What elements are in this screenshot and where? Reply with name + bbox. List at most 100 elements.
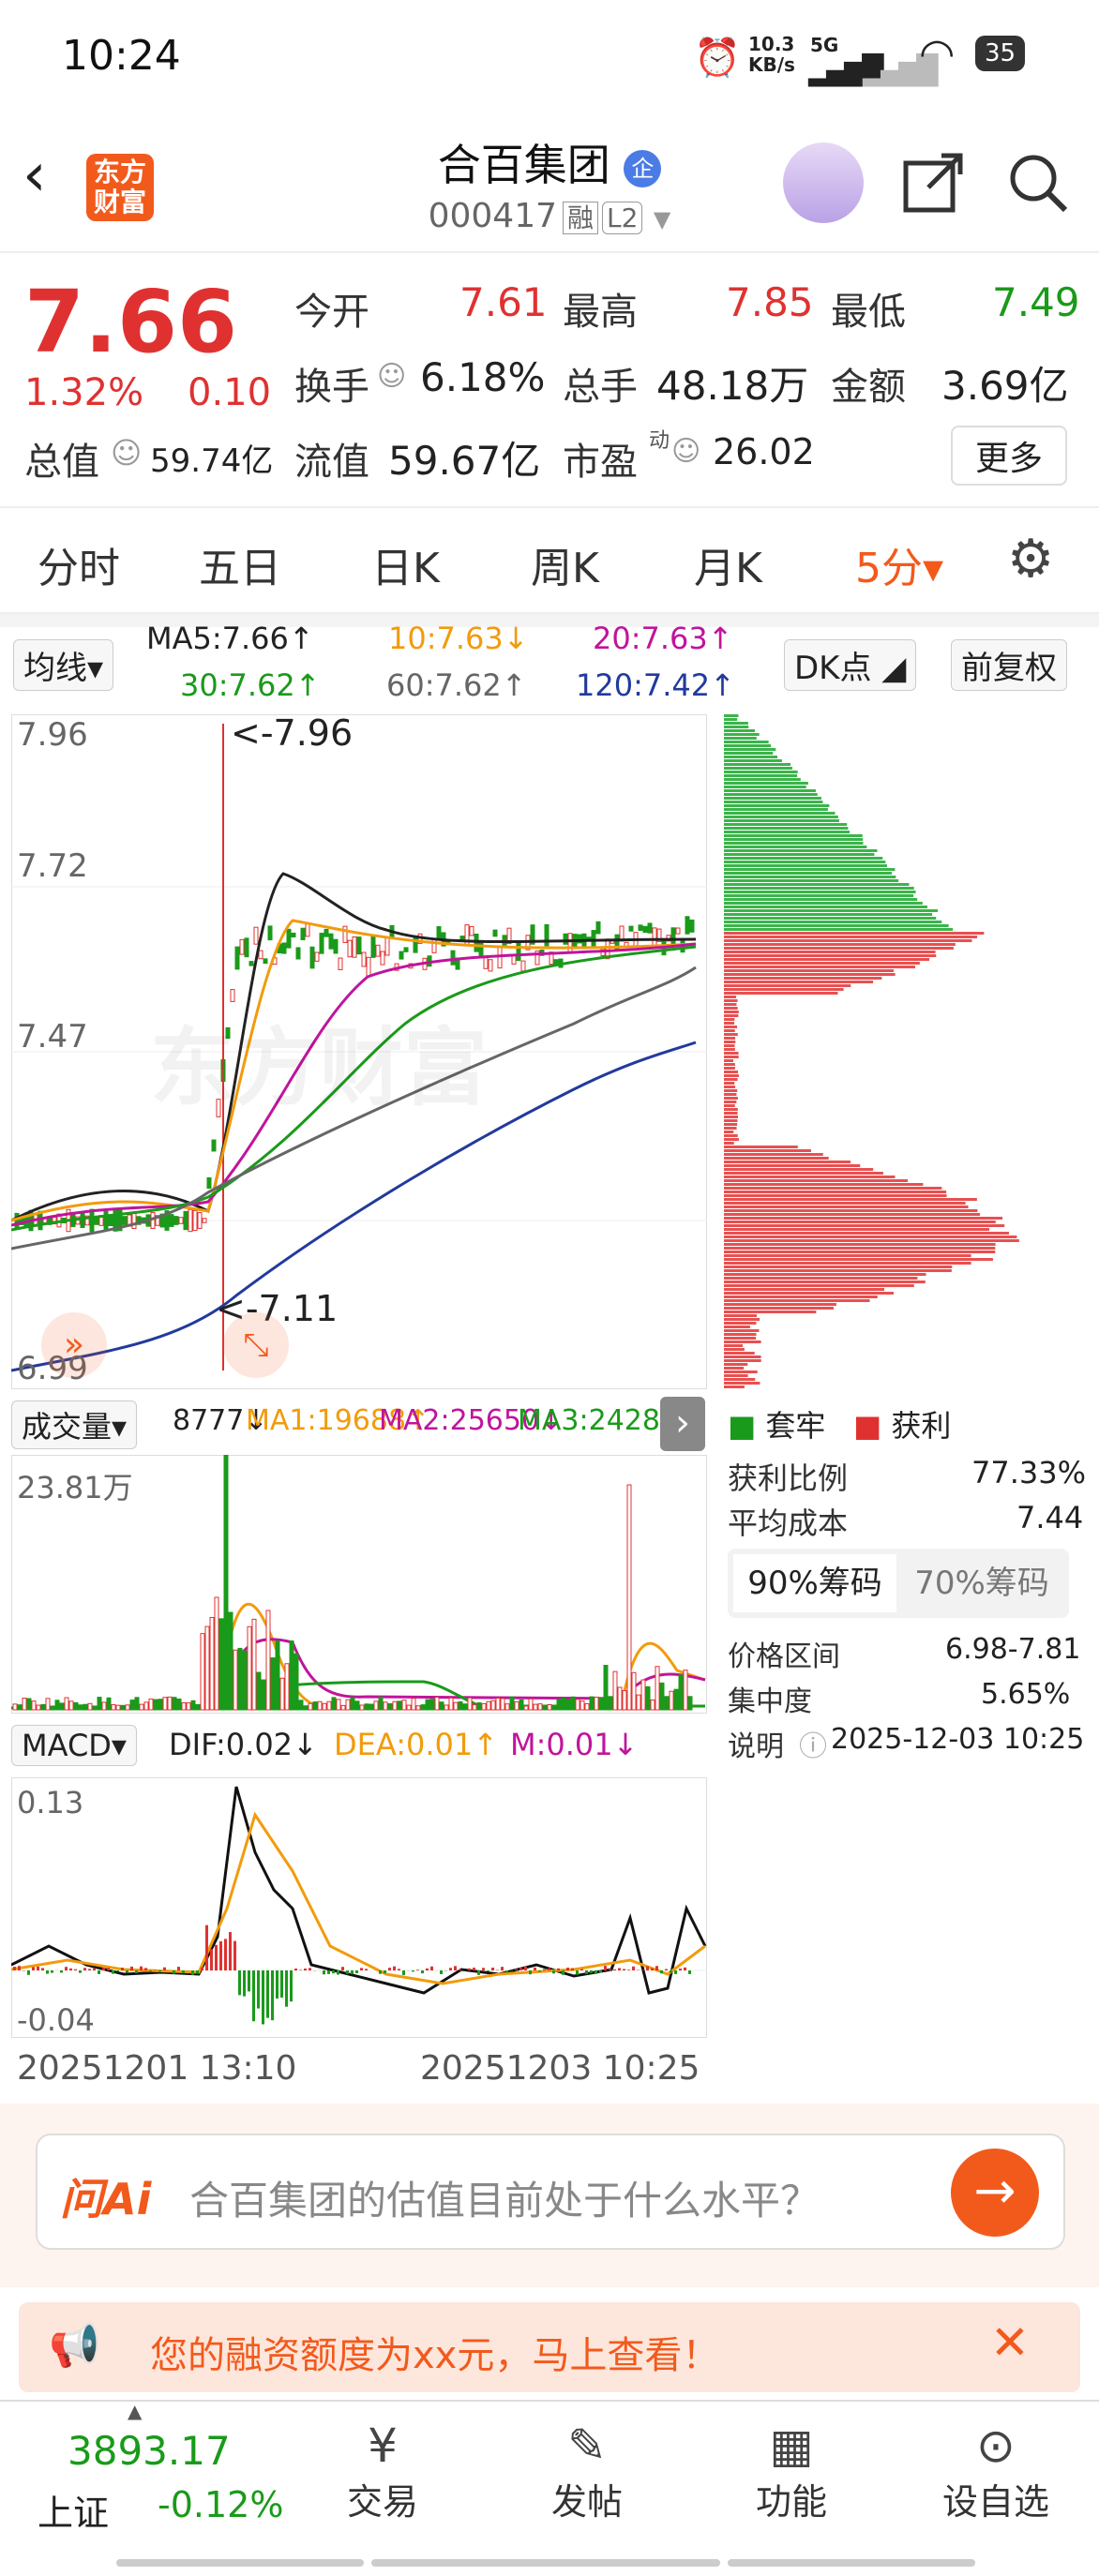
info-icon[interactable]: ☺ <box>111 435 142 471</box>
volume-bar <box>247 1625 252 1711</box>
pe-info-icon[interactable]: ☺ <box>671 435 700 468</box>
turnover-value: 6.18% <box>420 354 546 400</box>
tab-monthly[interactable]: 月K <box>694 534 762 594</box>
macd-bar <box>379 1970 382 1974</box>
chip-bar <box>724 801 823 803</box>
gesture-bar <box>116 2559 364 2567</box>
volume-bar <box>190 1700 196 1711</box>
candle <box>361 951 367 967</box>
chip-bar <box>724 1101 737 1103</box>
chip-bar <box>724 1299 870 1302</box>
index-value[interactable]: 3893.17 <box>68 2428 231 2474</box>
volume-ymax: 23.81万 <box>17 1470 133 1505</box>
nav-post[interactable]: ✎ 发帖 <box>521 2419 653 2524</box>
macd-bar <box>205 1925 208 1970</box>
adjust-button[interactable]: 前复权 <box>951 639 1067 691</box>
watermark: 东方财富 <box>150 1019 488 1117</box>
chevron-right-icon[interactable]: › <box>660 1397 705 1451</box>
chip-bar <box>724 1236 1017 1238</box>
macd-bar <box>665 1969 668 1970</box>
y-label-2: 7.72 <box>17 847 88 885</box>
tab-daily[interactable]: 日K <box>371 534 440 594</box>
market-cap-label: 总值 <box>24 441 99 484</box>
candle <box>370 935 376 958</box>
nav-functions[interactable]: ▦ 功能 <box>726 2419 857 2524</box>
close-icon[interactable]: ✕ <box>990 2315 1030 2370</box>
macd-bar <box>46 1970 49 1974</box>
expand-left-icon[interactable]: » <box>41 1312 107 1378</box>
chip-bar <box>724 774 798 777</box>
macd-bar <box>13 1967 16 1970</box>
macd-bar <box>487 1970 489 1971</box>
chip-bar <box>724 894 914 897</box>
nav-trade[interactable]: ¥ 交易 <box>317 2419 448 2524</box>
macd-bar <box>459 1969 461 1970</box>
settings-gear-icon[interactable]: ⚙ <box>1007 529 1054 590</box>
tab-70-chips[interactable]: 70%筹码 <box>900 1554 1063 1612</box>
chip-bar <box>724 846 867 848</box>
note-label: 说明 <box>728 1730 784 1763</box>
note-info-icon[interactable]: ⓘ <box>799 1723 827 1764</box>
volume-bar <box>495 1697 501 1711</box>
volume-selector[interactable]: 成交量▾ <box>11 1400 138 1449</box>
volume-bar <box>504 1703 510 1711</box>
dk-point-button[interactable]: DK点 ◢ <box>784 639 917 691</box>
chip-bar <box>724 1322 757 1325</box>
volume-bar <box>261 1679 266 1711</box>
chip-bar <box>724 943 956 946</box>
macd-bar <box>18 1966 21 1970</box>
volume-bar <box>411 1698 416 1711</box>
macd-bar <box>93 1968 96 1970</box>
chevron-up-icon[interactable]: ▲ <box>128 2400 142 2422</box>
volume-bar <box>514 1700 519 1711</box>
status-bar: 10:24 ⏰ 10.3 KB/s 5G ▂▄▆█ ▂▄▆█ ◠ 35 <box>0 0 1099 112</box>
tab-weekly[interactable]: 周K <box>531 534 599 594</box>
volume-bar <box>256 1671 262 1711</box>
macd-ymin: -0.04 <box>17 2002 95 2038</box>
tab-5day[interactable]: 五日 <box>199 534 281 594</box>
chip-bar <box>724 744 771 747</box>
volume-bar <box>490 1700 496 1711</box>
tab-timeshare[interactable]: 分时 <box>38 534 120 594</box>
chip-bar <box>724 864 887 867</box>
fullscreen-icon[interactable]: ⤡ <box>223 1312 289 1378</box>
macd-bar <box>37 1966 39 1970</box>
volume-bar <box>139 1703 144 1711</box>
share-icon[interactable] <box>900 150 966 216</box>
chip-bar <box>724 992 838 995</box>
volume-bar <box>551 1705 557 1711</box>
macd-bar <box>107 1968 110 1970</box>
arrow-right-icon[interactable]: → <box>951 2149 1039 2237</box>
candle <box>258 950 263 960</box>
candle <box>211 1139 217 1152</box>
macd-bar <box>121 1968 124 1970</box>
chip-bar <box>724 1153 823 1156</box>
macd-bar <box>177 1967 180 1970</box>
more-button[interactable]: 更多 <box>951 426 1068 486</box>
candle <box>403 947 409 952</box>
volume-bar <box>617 1686 623 1711</box>
chip-bar <box>724 1352 755 1355</box>
nav-watchlist[interactable]: ⊙ 设自选 <box>930 2419 1061 2524</box>
avg-cost: 7.44 <box>1016 1500 1084 1535</box>
volume-bar <box>626 1484 632 1711</box>
volume-bar <box>462 1703 468 1711</box>
volume-bar <box>172 1697 177 1711</box>
volume-bar <box>129 1700 135 1711</box>
macd-bar <box>257 1970 260 2009</box>
profit-ratio: 77.33% <box>971 1455 1087 1490</box>
volume-bar <box>275 1640 280 1711</box>
index-name: 上证 <box>38 2493 110 2534</box>
tab-90-chips[interactable]: 90%筹码 <box>733 1554 896 1612</box>
search-icon[interactable] <box>1005 150 1071 216</box>
chip-bar <box>724 1224 1005 1227</box>
ma-selector[interactable]: 均线▾ <box>13 639 114 691</box>
macd-selector[interactable]: MACD▾ <box>11 1725 137 1766</box>
ai-assistant-icon[interactable] <box>783 142 864 223</box>
chip-bar <box>724 1138 739 1141</box>
chip-bar <box>724 939 972 942</box>
chip-bar <box>724 928 954 931</box>
turnover-info-icon[interactable]: ☺ <box>377 360 406 393</box>
volume-bar <box>537 1703 543 1711</box>
tab-5min[interactable]: 5分▾ <box>855 534 943 594</box>
